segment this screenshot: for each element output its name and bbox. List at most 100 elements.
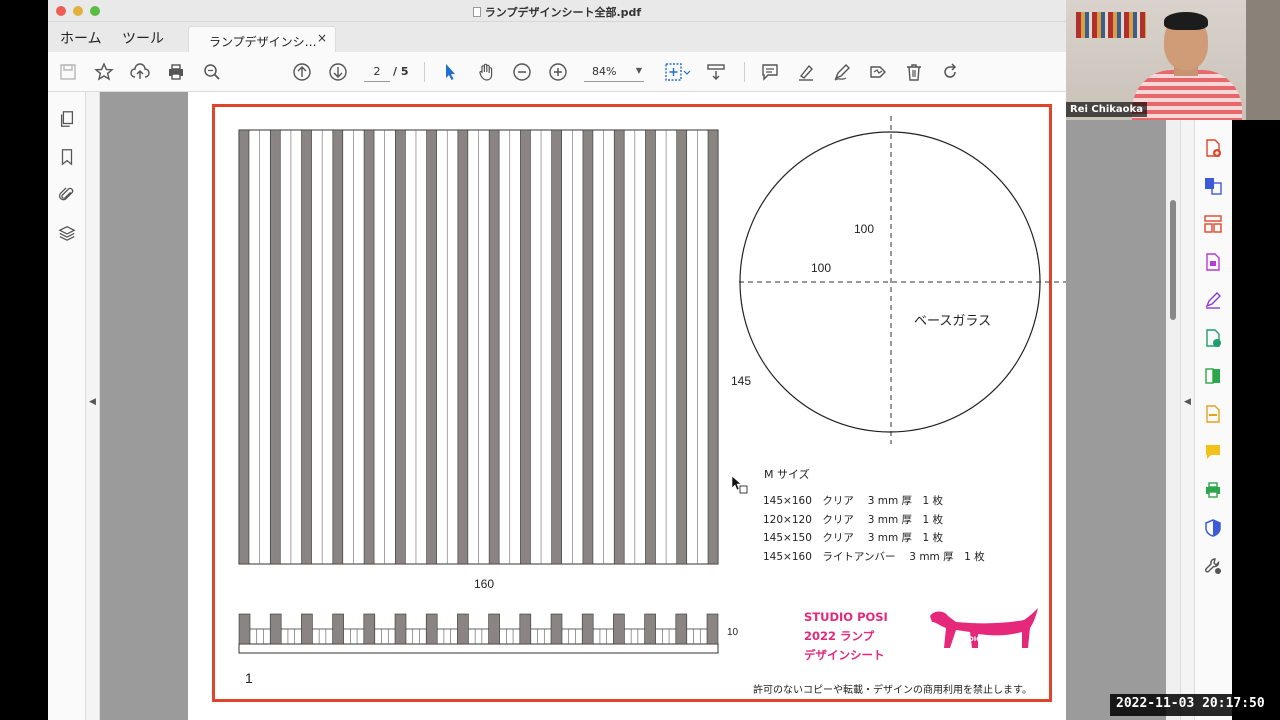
zoom-out-button[interactable]	[510, 60, 534, 84]
fit-page-button[interactable]	[662, 60, 694, 84]
right-tools-rail	[1194, 120, 1232, 720]
more-tools[interactable]	[1203, 556, 1225, 578]
fill-sign-icon	[1205, 292, 1221, 309]
hand-tool-button[interactable]	[474, 60, 498, 84]
scan-ocr-tool[interactable]	[1203, 404, 1225, 426]
comb-tooth	[581, 613, 594, 645]
organize-pages-tool[interactable]	[1203, 214, 1225, 236]
fill-sign-button[interactable]	[866, 60, 890, 84]
dimension-100-vertical: 100	[854, 222, 874, 236]
shield-icon	[1205, 519, 1221, 537]
gray-stripe	[551, 129, 562, 565]
print-button[interactable]	[164, 60, 188, 84]
comb-tooth	[519, 613, 532, 645]
webcam-door	[1246, 0, 1280, 120]
scroll-mode-button[interactable]	[704, 60, 728, 84]
gray-stripe	[363, 129, 375, 565]
combine-files-tool[interactable]	[1203, 176, 1225, 198]
zoom-value: 84%	[592, 65, 617, 78]
create-pdf-tool[interactable]	[1203, 138, 1225, 160]
fill-and-sign-tool[interactable]	[1203, 290, 1225, 312]
comb-tooth	[238, 613, 251, 645]
print-production-tool[interactable]	[1203, 480, 1225, 502]
tab-tools[interactable]: ツール	[122, 28, 164, 48]
spec-line: 145×160 クリア 3 mm 厚 1 枚	[763, 494, 944, 507]
trash-icon	[907, 64, 921, 81]
toolbar-divider	[744, 62, 745, 82]
rotate-button[interactable]	[938, 60, 962, 84]
highlight-button[interactable]	[794, 60, 818, 84]
pages-icon	[60, 111, 74, 127]
draw-button[interactable]	[830, 60, 854, 84]
chevron-down-icon: ▼	[635, 66, 642, 75]
screen-share-margin	[1232, 120, 1280, 720]
search-button[interactable]	[200, 60, 224, 84]
gray-stripe	[676, 129, 688, 565]
vertical-scrollbar[interactable]	[1166, 120, 1180, 720]
pen-draw-icon	[834, 64, 850, 81]
right-panel-collapse-toggle[interactable]: ◀	[1180, 120, 1194, 720]
export-pdf-tool[interactable]	[1203, 252, 1225, 274]
tab-document[interactable]: ランプデザインシ… ×	[188, 26, 336, 52]
select-tool-button[interactable]	[438, 60, 462, 84]
pdf-file-icon	[472, 7, 481, 17]
bookmark-star-button[interactable]	[92, 60, 116, 84]
tab-close-button[interactable]: ×	[317, 31, 327, 45]
attachments-button[interactable]	[56, 184, 78, 206]
upload-button[interactable]	[128, 60, 152, 84]
tab-home[interactable]: ホーム	[60, 28, 102, 48]
scroll-mode-icon	[707, 64, 725, 80]
export-pdf-icon	[1206, 253, 1220, 271]
gray-stripe	[395, 129, 406, 565]
page-number-input[interactable]: 2	[364, 62, 390, 82]
edit-pdf-tool[interactable]	[1203, 328, 1225, 350]
hand-icon	[479, 63, 493, 81]
comb-tooth	[550, 613, 563, 645]
zoom-select[interactable]: 84% ▼	[584, 62, 644, 82]
save-icon	[60, 64, 76, 80]
tab-document-label: ランプデザインシ…	[209, 35, 317, 49]
comment-tool[interactable]	[1203, 442, 1225, 464]
dimension-145: 145	[731, 374, 751, 388]
dimension-100-horizontal: 100	[811, 261, 831, 275]
copyright-notice: 許可のないコピーや転載・デザインの商用利用を禁止します。	[753, 683, 1032, 696]
gray-stripe	[488, 129, 500, 565]
scrollbar-thumb[interactable]	[1170, 200, 1176, 320]
participant-name-label: Rei Chikaoka	[1066, 102, 1147, 117]
compare-files-tool[interactable]	[1203, 366, 1225, 388]
window-title: ランプデザインシート全部.pdf	[48, 4, 1066, 20]
arrow-up-circle-icon	[293, 63, 311, 81]
webcam-video-tile: Rei Chikaoka	[1066, 0, 1280, 120]
previous-page-button[interactable]	[290, 60, 314, 84]
layers-button[interactable]	[56, 222, 78, 244]
document-viewer[interactable]: 100 100 ベースガラス 145 160 10 1 M サイズ 145×16…	[100, 92, 1066, 720]
pdf-page: 100 100 ベースガラス 145 160 10 1 M サイズ 145×16…	[188, 92, 1066, 720]
protect-tool[interactable]	[1203, 518, 1225, 540]
comb-tooth	[425, 613, 438, 645]
spec-line: 145×160 ライトアンバー 3 mm 厚 1 枚	[763, 550, 985, 563]
dachshund-logo: STUDIO POSI	[930, 608, 1038, 648]
fit-page-icon	[665, 63, 691, 81]
zoom-in-button[interactable]	[546, 60, 570, 84]
logo-text: STUDIO POSI	[954, 635, 1001, 643]
comb-tooth	[644, 613, 656, 645]
lamp-design-drawing: 100 100 ベースガラス 145 160 10 1 M サイズ 145×16…	[238, 116, 1066, 696]
bookmarks-button[interactable]	[56, 146, 78, 168]
comment-icon	[762, 64, 778, 81]
gray-stripe	[520, 129, 531, 565]
rotate-icon	[944, 63, 957, 78]
spec-title: M サイズ	[764, 467, 810, 481]
acrobat-window: ランプデザインシート全部.pdf ホーム ツール ランプデザインシ… × 2 /…	[48, 0, 1066, 720]
save-button[interactable]	[56, 60, 80, 84]
next-page-button[interactable]	[326, 60, 350, 84]
comment-icon	[1206, 445, 1220, 459]
delete-button[interactable]	[902, 60, 926, 84]
page-thumbnails-button[interactable]	[56, 108, 78, 130]
dimension-160: 160	[474, 577, 494, 591]
comment-button[interactable]	[758, 60, 782, 84]
striped-panel	[238, 129, 719, 565]
organize-pages-icon	[1204, 215, 1222, 233]
brand-year-title: 2022 ランプ	[804, 629, 875, 643]
brand-sheet-title: デザインシート	[804, 648, 885, 662]
left-panel-collapse-toggle[interactable]: ◀	[86, 92, 100, 720]
